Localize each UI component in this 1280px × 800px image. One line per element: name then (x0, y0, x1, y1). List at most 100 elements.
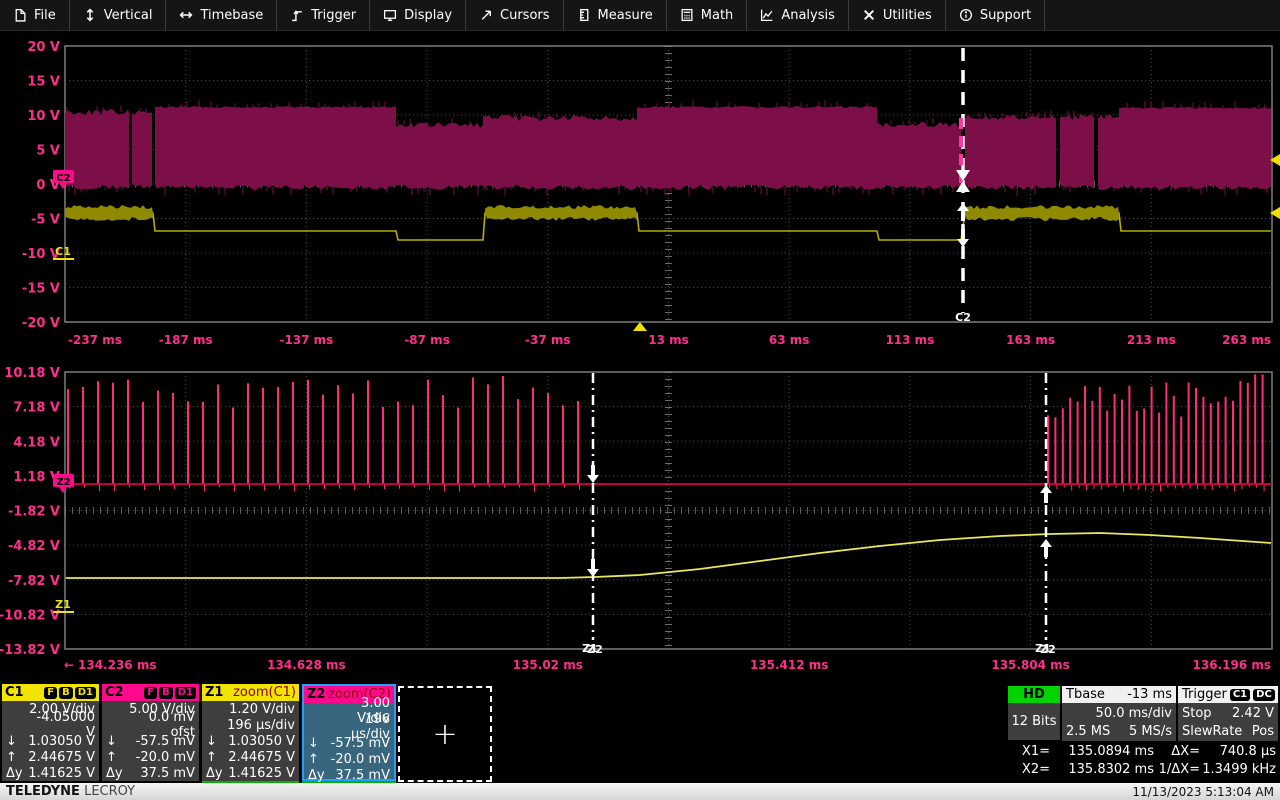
channel-value: -57.5 mV (331, 736, 390, 751)
channel-row: 0.0 mV ofst (102, 717, 199, 733)
grid1-x-label: 213 ms (1127, 333, 1176, 347)
zoom-source-label: zoom(C1) (233, 685, 296, 700)
trigger-mode: Stop (1182, 706, 1212, 721)
grid2-y-label: -7.82 V (8, 574, 60, 589)
grid1-x-label: 63 ms (769, 333, 810, 347)
cursor-label-c2: C2 (955, 311, 971, 324)
grid2-x-label: 134.236 ms (78, 658, 156, 672)
channel-box-C1[interactable]: C1FBD12.00 V/div-4.05000 V↓1.03050 V↑2.4… (2, 684, 99, 781)
channel-row: ↑2.44675 V (202, 749, 299, 765)
trigger-position-marker[interactable] (633, 322, 647, 331)
cursor-arrow-up-stem (961, 211, 965, 221)
channel-id: C1 (5, 685, 24, 700)
trace-tag-underline (53, 611, 74, 613)
grid2-x-label: 135.804 ms (991, 658, 1069, 672)
channel-value: 2.44675 V (228, 750, 295, 765)
cursor-high-icon: ↑ (106, 750, 126, 765)
channel-value: 1.03050 V (228, 734, 295, 749)
cursor-arrow-down (957, 239, 969, 247)
zoom-cursor-arrow-stem (591, 465, 595, 475)
channel-box-Z2[interactable]: Z2zoom(C2)3.00 V/div196 µs/div↓-57.5 mV↑… (302, 684, 396, 781)
timebase-rate: 5 MS/s (1129, 724, 1172, 739)
grid2-x-label: 135.02 ms (513, 658, 583, 672)
grid2-y-label: 10.18 V (4, 366, 60, 381)
channel-value: 2.44675 V (28, 750, 95, 765)
channel-header: C1 FBD1 (2, 684, 99, 701)
x1-value: 135.0894 ms (1050, 744, 1154, 759)
acquisition-box[interactable]: HD 12 Bits (1008, 686, 1060, 740)
grid2-x-label: 134.628 ms (267, 658, 345, 672)
invdx-label: 1/ΔX= (1154, 762, 1200, 777)
zoom-cursor-arrow-stem (1044, 493, 1048, 503)
channel-value: 196 µs/div (227, 718, 295, 733)
z1-trace (66, 533, 1271, 578)
channel-badge-F: F (144, 687, 157, 699)
cursor-high-icon: ↑ (308, 752, 328, 767)
zoom-cursor-arrow (587, 569, 599, 577)
cursor-low-icon: ↓ (308, 736, 328, 751)
channel-badges: FBD1 (144, 687, 196, 699)
channel-value: 1.41625 V (28, 766, 95, 781)
x2-value: 135.8302 ms (1050, 762, 1154, 777)
cursor-low-icon: ↓ (6, 734, 26, 749)
grid1-x-label: -187 ms (159, 333, 213, 347)
channel-row: -4.05000 V (2, 717, 99, 733)
timebase-box[interactable]: Tbase -13 ms 50.0 ms/div 2.5 MS 5 MS/s (1062, 686, 1176, 741)
channel-box-Z1[interactable]: Z1zoom(C1)1.20 V/div196 µs/div↓1.03050 V… (202, 684, 299, 781)
oscilloscope-screen: File Vertical Timebase Trigger Display C… (0, 0, 1280, 800)
grid1-y-label: -20 V (22, 316, 60, 331)
channel-header: Z1zoom(C1) (202, 684, 299, 701)
grid2-y-label: -10.82 V (0, 608, 60, 623)
channel-value: -20.0 mV (331, 752, 390, 767)
channel-row: 1.20 V/div (202, 701, 299, 717)
grid2-x-label: 136.196 ms (1193, 658, 1271, 672)
grid1-x-label: 13 ms (648, 333, 689, 347)
channel-badges: FBD1 (44, 687, 96, 699)
cursor-low-icon: ↓ (206, 734, 226, 749)
c2-trace (65, 109, 129, 189)
channel-value: 37.5 mV (140, 766, 195, 781)
zoom-cursor-label: Z2 (587, 643, 603, 656)
channel-id: C2 (105, 685, 124, 700)
grid1-y-label: 5 V (36, 144, 60, 159)
trigger-type: SlewRate (1182, 724, 1242, 739)
channel-badge-B: B (59, 687, 73, 699)
grid1-y-label: -15 V (22, 282, 60, 297)
cursor-high-icon: ↑ (6, 750, 26, 765)
waveform-display[interactable]: 20 V15 V10 V5 V0 V-5 V-10 V-15 V-20 V-23… (0, 0, 1280, 800)
add-trace-button[interactable]: + (398, 686, 492, 782)
grid1-x-label: -37 ms (525, 333, 571, 347)
zoom-cursor-arrow (587, 475, 599, 483)
channel-badge-F: F (44, 687, 57, 699)
channel-badge-D1: D1 (175, 687, 196, 699)
channel-row: Δy1.41625 V (2, 765, 99, 781)
grid2-y-label: -13.82 V (0, 643, 60, 658)
trace-tag-label: C2 (56, 173, 70, 184)
invdx-value: 1.3499 kHz (1200, 762, 1276, 777)
trigger-box[interactable]: Trigger C1 DC Stop 2.42 V SlewRate Pos (1178, 686, 1278, 741)
channel-box-C2[interactable]: C2FBD15.00 V/div0.0 mV ofst↓-57.5 mV↑-20… (102, 684, 199, 781)
c1-noise-band (965, 205, 1119, 221)
cursor-high-icon: ↑ (206, 750, 226, 765)
channel-row: Δy37.5 mV (304, 767, 394, 783)
c2-trace (132, 111, 152, 189)
trace-tag-C1: C1 (55, 245, 71, 258)
trace-tag-label: Z2 (56, 477, 70, 488)
grid2-y-label: -4.82 V (8, 539, 60, 554)
grid1-x-label: -87 ms (404, 333, 450, 347)
trigger-slope: Pos (1252, 724, 1274, 739)
channel-row: 196 µs/div (202, 717, 299, 733)
pan-left-arrow: ← (64, 658, 74, 672)
grid1-x-label: -137 ms (279, 333, 333, 347)
cursor-low-icon: ↓ (106, 734, 126, 749)
channel-badge-D1: D1 (75, 687, 96, 699)
trace-tag-Z1: Z1 (55, 598, 71, 611)
channel-row: ↑-20.0 mV (102, 749, 199, 765)
zoom-cursor-label: Z2 (1040, 643, 1056, 656)
grid2-y-label: 4.18 V (13, 435, 60, 450)
channel-badge-B: B (159, 687, 173, 699)
delta-y-label: Δy (308, 768, 328, 783)
cursor-arrow-down-stem (961, 229, 965, 239)
timebase-delay: -13 ms (1127, 687, 1172, 702)
timebase-samples: 2.5 MS (1066, 724, 1110, 739)
